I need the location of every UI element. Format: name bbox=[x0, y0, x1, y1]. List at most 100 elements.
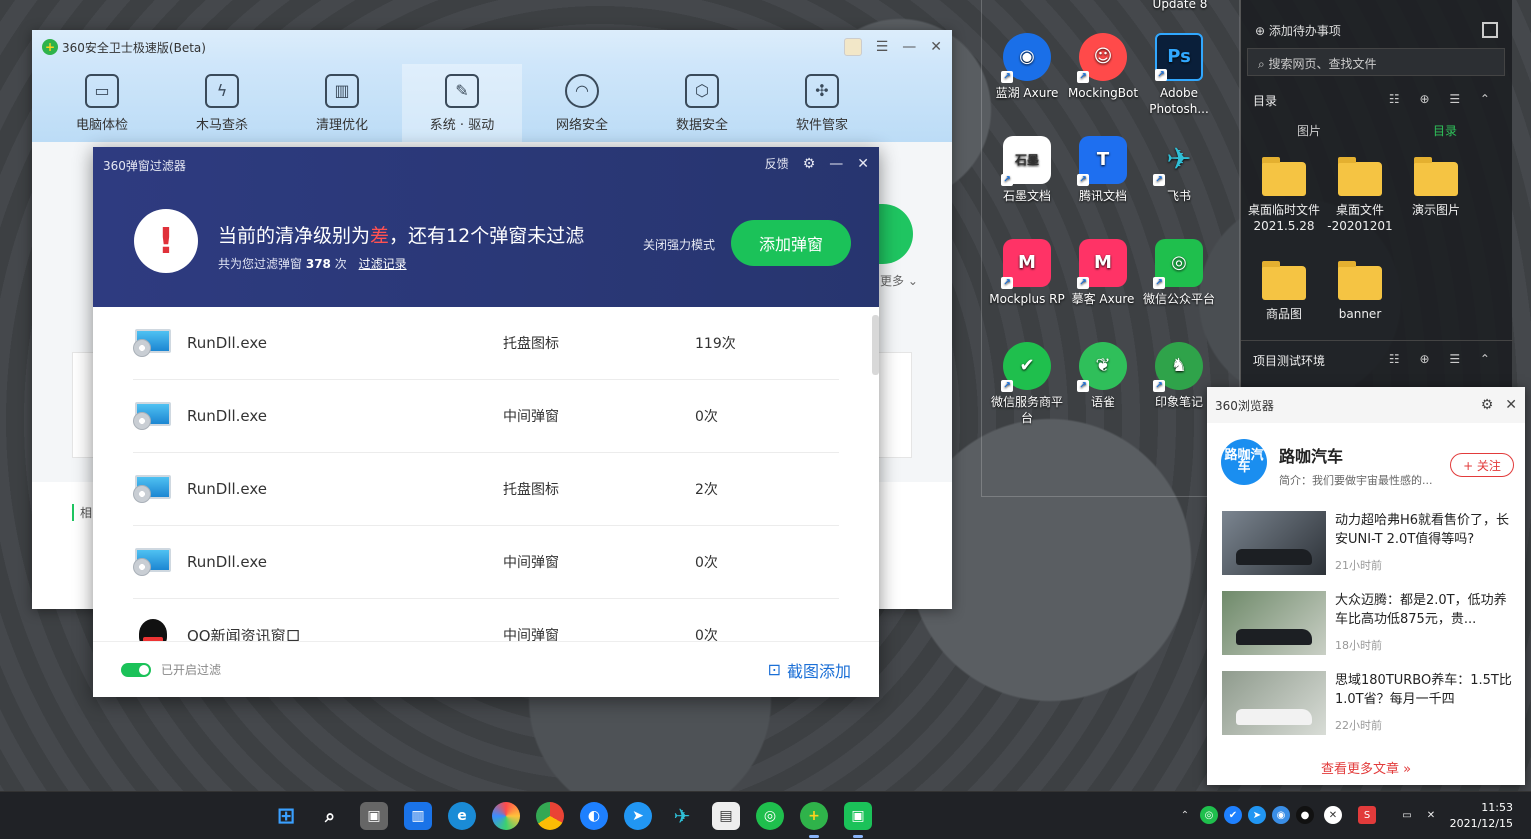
fence-section-controls[interactable]: ☷ ⊕ ☰ ⌃ bbox=[1389, 92, 1498, 106]
desktop-icon-wechat-service[interactable]: ✔ ↗ 微信服务商平台 bbox=[989, 342, 1065, 426]
tool-system-driver[interactable]: ✎ 系统 · 驱动 bbox=[402, 64, 522, 142]
disable-strong-mode-link[interactable]: 关闭强力模式 bbox=[643, 236, 715, 253]
edge-browser-icon[interactable]: e bbox=[448, 802, 476, 830]
wechat-taskbar-icon[interactable]: ◎ bbox=[756, 802, 784, 830]
folder-item[interactable]: 演示图片 bbox=[1397, 157, 1475, 218]
desktop-icon-mockplus[interactable]: M ↗ Mockplus RP bbox=[989, 239, 1065, 307]
task-view-icon[interactable]: ▣ bbox=[360, 802, 388, 830]
news-article[interactable]: 大众迈腾：都是2.0T，低功养车比高功低875元，贵... 18小时前 bbox=[1222, 591, 1518, 657]
360-browser-icon[interactable]: ◐ bbox=[580, 802, 608, 830]
desktop-icon-label: MockingBot bbox=[1067, 86, 1139, 100]
minimize-icon[interactable]: — bbox=[902, 39, 916, 55]
folder-item[interactable]: 商品图 bbox=[1245, 261, 1323, 322]
desktop-icon-photoshop[interactable]: Ps ↗ Adobe Photosh... bbox=[1141, 33, 1217, 117]
more-link[interactable]: 更多 ⌄ bbox=[880, 272, 918, 289]
tray-volume-muted-icon[interactable]: ✕ bbox=[1422, 806, 1440, 824]
tool-network-security[interactable]: ◠ 网络安全 bbox=[522, 64, 642, 142]
fence-search-input[interactable]: ⌕ 搜索网页、查找文件 bbox=[1247, 48, 1505, 76]
filter-history-link[interactable]: 过滤记录 bbox=[359, 257, 407, 271]
folder-item[interactable]: 桌面文件 -20201201 bbox=[1321, 157, 1399, 234]
feishu-taskbar-icon[interactable]: ➤ bbox=[624, 802, 652, 830]
feedback-link[interactable]: 反馈 bbox=[765, 155, 789, 172]
news-article[interactable]: 动力超哈弗H6就看售价了，长安UNI-T 2.0T值得等吗? 21小时前 bbox=[1222, 511, 1518, 577]
color-app-icon[interactable] bbox=[492, 802, 520, 830]
list-item[interactable]: QQ新闻资讯窗口 中间弹窗 0次 bbox=[133, 599, 839, 641]
tray-app-icon[interactable]: ✔ bbox=[1224, 806, 1242, 824]
menu-icon[interactable]: ☰ bbox=[876, 39, 889, 55]
feishu-icon: ✈ ↗ bbox=[1153, 136, 1203, 186]
add-popup-button[interactable]: 添加弹窗 bbox=[731, 220, 851, 266]
tray-expand-icon[interactable]: ⌃ bbox=[1176, 806, 1194, 824]
desktop-icon-moke-axure[interactable]: M ↗ 摹客 Axure bbox=[1065, 239, 1141, 307]
feishu-app-icon[interactable]: ✈ bbox=[668, 802, 696, 830]
windows-start-icon[interactable]: ⊞ bbox=[272, 802, 300, 830]
follow-button[interactable]: + 关注 bbox=[1450, 453, 1514, 477]
main-titlebar[interactable]: + 360安全卫士极速版(Beta) ☰ — ✕ bbox=[32, 30, 952, 64]
folder-item[interactable]: banner bbox=[1321, 261, 1399, 322]
tray-360-icon[interactable]: ◉ bbox=[1272, 806, 1290, 824]
tray-display-icon[interactable]: ▭ bbox=[1398, 806, 1416, 824]
tool-software-manager[interactable]: ✣ 软件管家 bbox=[762, 64, 882, 142]
wechat-icon: ◎ ↗ bbox=[1153, 239, 1203, 289]
tray-feishu-icon[interactable]: ➤ bbox=[1248, 806, 1266, 824]
article-time: 21小时前 bbox=[1335, 559, 1382, 572]
tray-qq-icon[interactable]: ● bbox=[1296, 806, 1314, 824]
filter-title: 360弹窗过滤器 bbox=[103, 159, 186, 173]
desktop-icon-wechat-mp[interactable]: ◎ ↗ 微信公众平台 bbox=[1141, 239, 1217, 307]
desktop-icon-feishu[interactable]: ✈ ↗ 飞书 bbox=[1141, 136, 1217, 204]
news-article[interactable]: 思域180TURBO养车：1.5T比1.0T省？每月一千四 22小时前 bbox=[1222, 671, 1518, 737]
desktop-icon-update[interactable]: Update 8 bbox=[1142, 0, 1218, 12]
desktop-icon-tencent-docs[interactable]: T ↗ 腾讯文档 bbox=[1065, 136, 1141, 204]
folder-item[interactable]: 桌面临时文件 2021.5.28 bbox=[1245, 157, 1323, 234]
360-security-taskbar-icon[interactable]: + bbox=[800, 802, 828, 838]
tool-cleanup[interactable]: ▥ 清理优化 bbox=[282, 64, 402, 142]
close-icon[interactable]: ✕ bbox=[1505, 397, 1517, 413]
tool-trojan-scan[interactable]: ϟ 木马查杀 bbox=[162, 64, 282, 142]
list-item[interactable]: RunDll.exe 中间弹窗 0次 bbox=[133, 380, 839, 453]
filter-list[interactable]: RunDll.exe 托盘图标 119次 RunDll.exe 中间弹窗 0次 … bbox=[93, 307, 879, 641]
desktop-fence-panel: ⊕ 添加待办事项 ⌕ 搜索网页、查找文件 目录 ☷ ⊕ ☰ ⌃ 图片 目录 桌面… bbox=[1240, 0, 1513, 387]
screenshot-add-button[interactable]: ⊡ 截图添加 bbox=[768, 658, 851, 682]
settings-icon[interactable]: ⚙ bbox=[1481, 397, 1494, 413]
action-button-partial[interactable] bbox=[877, 204, 913, 264]
desktop-icon-evernote[interactable]: ♞ ↗ 印象笔记 bbox=[1141, 342, 1217, 410]
tool-data-security[interactable]: ⬡ 数据安全 bbox=[642, 64, 762, 142]
user-avatar[interactable] bbox=[843, 38, 862, 56]
desktop-icon-yuque[interactable]: ❦ ↗ 语雀 bbox=[1065, 342, 1141, 410]
taskbar-clock[interactable]: 11:53 2021/12/15 bbox=[1450, 800, 1513, 832]
chrome-icon[interactable] bbox=[536, 802, 564, 830]
tray-sogou-icon[interactable]: S bbox=[1358, 806, 1376, 824]
list-item[interactable]: RunDll.exe 托盘图标 119次 bbox=[133, 307, 839, 380]
tool-label: 系统 · 驱动 bbox=[429, 117, 495, 133]
browser-news-popup: 360浏览器 ⚙ ✕ 路咖汽车 路咖汽车 简介：我们要做宇宙最性感的... + … bbox=[1207, 387, 1525, 785]
folder-icon bbox=[1262, 157, 1306, 196]
more-articles-link[interactable]: 查看更多文章 » bbox=[1207, 758, 1525, 777]
cleanliness-headline: 当前的清净级别为差，还有12个弹窗未过滤 bbox=[218, 225, 585, 247]
search-icon[interactable]: ⌕ bbox=[316, 802, 344, 830]
close-icon[interactable]: ✕ bbox=[857, 156, 869, 172]
add-todo-button[interactable]: ⊕ 添加待办事项 bbox=[1255, 22, 1341, 39]
folder-icon bbox=[1338, 261, 1382, 300]
filter-enabled-toggle[interactable] bbox=[121, 662, 151, 677]
settings-gear-icon[interactable]: ⚙ bbox=[803, 156, 816, 172]
brand-name[interactable]: 路咖汽车 bbox=[1279, 443, 1343, 467]
desktop-icon-lanhu[interactable]: ◉ ↗ 蓝湖 Axure bbox=[989, 33, 1065, 101]
list-item[interactable]: RunDll.exe 托盘图标 2次 bbox=[133, 453, 839, 526]
popup-filter-taskbar-icon[interactable]: ▣ bbox=[844, 802, 872, 838]
list-scrollbar[interactable] bbox=[872, 315, 879, 375]
document-icon[interactable]: ▤ bbox=[712, 802, 740, 830]
desktop-icon-mockingbot[interactable]: ☺ ↗ MockingBot bbox=[1065, 33, 1141, 101]
tab-catalog[interactable]: 目录 bbox=[1377, 122, 1513, 139]
close-icon[interactable]: ✕ bbox=[930, 39, 942, 55]
tray-close-icon[interactable]: ✕ bbox=[1324, 806, 1342, 824]
brand-logo[interactable]: 路咖汽车 bbox=[1221, 439, 1267, 485]
tool-pc-checkup[interactable]: ▭ 电脑体检 bbox=[42, 64, 162, 142]
tab-pictures[interactable]: 图片 bbox=[1241, 122, 1377, 139]
fence-section-controls[interactable]: ☷ ⊕ ☰ ⌃ bbox=[1389, 352, 1498, 366]
list-item[interactable]: RunDll.exe 中间弹窗 0次 bbox=[133, 526, 839, 599]
tray-wechat-icon[interactable]: ◎ bbox=[1200, 806, 1218, 824]
widgets-icon[interactable]: ▥ bbox=[404, 802, 432, 830]
qrcode-icon[interactable] bbox=[1482, 22, 1498, 38]
desktop-icon-shimo[interactable]: 石墨 ↗ 石墨文档 bbox=[989, 136, 1065, 204]
minimize-icon[interactable]: — bbox=[829, 156, 843, 172]
